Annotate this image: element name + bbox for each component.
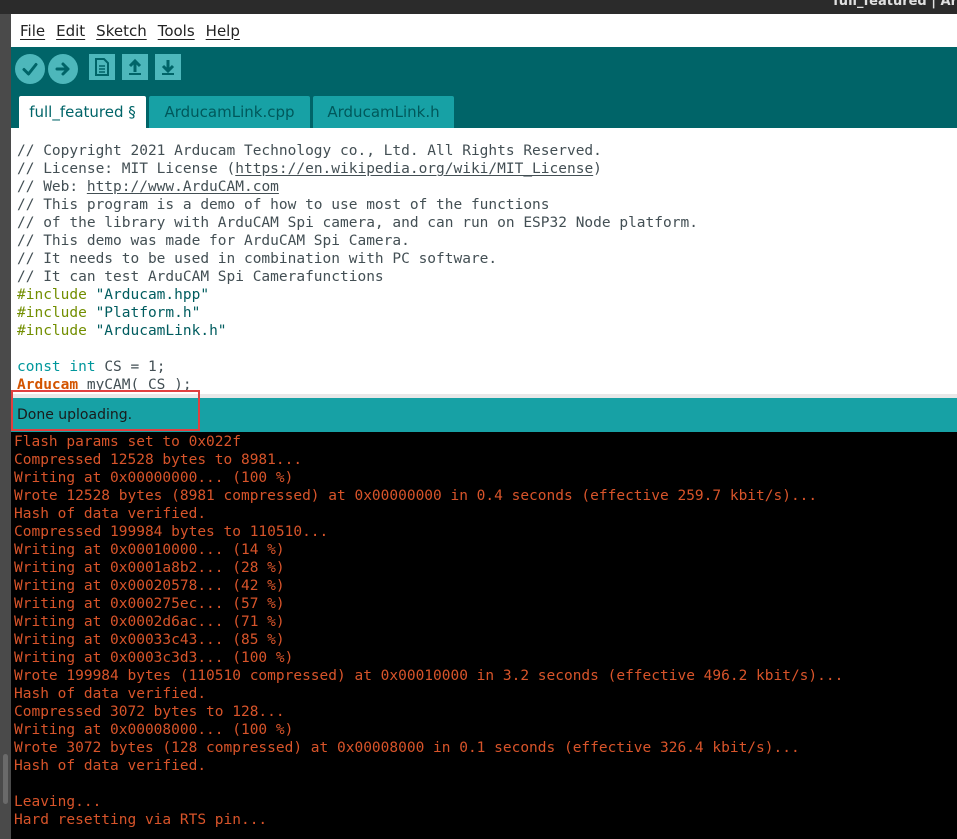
code-line-9: #include "Arducam.hpp" — [17, 286, 209, 304]
web-link[interactable]: http://www.ArduCAM.com — [87, 179, 279, 195]
menu-sketch[interactable]: Sketch — [96, 22, 147, 40]
console-line: Wrote 3072 bytes (128 compressed) at 0x0… — [14, 740, 800, 756]
code-comment: // It needs to be used in combination wi… — [17, 251, 498, 267]
console-line: Hash of data verified. — [14, 506, 207, 522]
include-file: "ArducamLink.h" — [95, 323, 227, 339]
code-comment: // Web: — [17, 179, 87, 195]
menu-edit[interactable]: Edit — [56, 22, 85, 40]
menu-help[interactable]: Help — [206, 22, 240, 40]
console-line: Hash of data verified. — [14, 758, 207, 774]
window-title: full_featured | Ar — [833, 0, 957, 9]
code-line-8: // It can test ArduCAM Spi Camerafunctio… — [17, 268, 384, 286]
include-keyword: #include — [17, 287, 87, 303]
include-keyword: #include — [17, 323, 87, 339]
arduino-ide-window: File Edit Sketch Tools Help full_feature… — [11, 14, 957, 839]
upload-button[interactable] — [48, 54, 78, 84]
tab-bar: full_featured § ArducamLink.cpp ArducamL… — [11, 95, 957, 128]
console-line: Writing at 0x0002d6ac... (71 %) — [14, 614, 285, 630]
license-link[interactable]: https://en.wikipedia.org/wiki/MIT_Licens… — [235, 161, 593, 177]
arrow-right-icon — [55, 62, 70, 76]
code-comment: // License: MIT License ( — [17, 161, 236, 177]
console-line: Writing at 0x0003c3d3... (100 %) — [14, 650, 294, 666]
console-line: Hard resetting via RTS pin... — [14, 812, 268, 828]
console-line: Writing at 0x00008000... (100 %) — [14, 722, 294, 738]
code-line-11: #include "ArducamLink.h" — [17, 322, 227, 340]
code-line-6: // This demo was made for ArduCAM Spi Ca… — [17, 232, 410, 250]
console-line: Writing at 0x0001a8b2... (28 %) — [14, 560, 285, 576]
menu-tools[interactable]: Tools — [158, 22, 195, 40]
code-line-1: // Copyright 2021 Arducam Technology co.… — [17, 142, 602, 160]
arrow-up-icon — [128, 58, 142, 75]
code-line-10: #include "Platform.h" — [17, 304, 200, 322]
console-line: Writing at 0x00010000... (14 %) — [14, 542, 285, 558]
code-editor[interactable]: // Copyright 2021 Arducam Technology co.… — [11, 128, 957, 394]
new-file-icon — [95, 58, 109, 76]
desktop-side-strip — [0, 14, 11, 839]
toolbar — [11, 47, 957, 95]
code-line-3: // Web: http://www.ArduCAM.com — [17, 178, 279, 196]
verify-button[interactable] — [15, 54, 45, 84]
console-line: Flash params set to 0x022f — [14, 434, 241, 450]
include-keyword: #include — [17, 305, 87, 321]
checkmark-icon — [22, 63, 38, 76]
console-line: Hash of data verified. — [14, 686, 207, 702]
menu-file[interactable]: File — [20, 22, 45, 40]
const-keyword: const — [17, 359, 61, 375]
console-output[interactable]: Flash params set to 0x022f Compressed 125… — [11, 432, 957, 839]
console-line: Compressed 12528 bytes to 8981... — [14, 452, 303, 468]
status-highlight-annotation — [11, 390, 200, 431]
console-line: Writing at 0x00033c43... (85 %) — [14, 632, 285, 648]
code-line-13: const int CS = 1; — [17, 358, 165, 376]
console-line: Wrote 12528 bytes (8981 compressed) at 0… — [14, 488, 818, 504]
code-line-7: // It needs to be used in combination wi… — [17, 250, 497, 268]
int-keyword: int — [69, 359, 96, 375]
open-button[interactable] — [122, 54, 148, 80]
console-line: Compressed 3072 bytes to 128... — [14, 704, 285, 720]
save-button[interactable] — [155, 54, 181, 80]
window-titlebar: full_featured | Ar — [0, 0, 957, 14]
tab-arducamlink-h[interactable]: ArducamLink.h — [313, 96, 454, 128]
code-comment: // It can test ArduCAM Spi Camerafunctio… — [17, 269, 384, 285]
include-file: "Platform.h" — [95, 305, 201, 321]
side-scroll-thumb — [3, 754, 8, 804]
code-comment: ) — [593, 161, 602, 177]
cs-declaration: CS = 1; — [95, 359, 166, 375]
console-line: Writing at 0x000275ec... (57 %) — [14, 596, 285, 612]
console-line: Writing at 0x00000000... (100 %) — [14, 470, 294, 486]
console-line: Leaving... — [14, 794, 102, 810]
arrow-down-icon — [161, 60, 175, 75]
tab-arducamlink-cpp[interactable]: ArducamLink.cpp — [149, 96, 310, 128]
code-comment: // This program is a demo of how to use … — [17, 197, 550, 213]
menu-bar: File Edit Sketch Tools Help — [11, 14, 957, 47]
console-line: Writing at 0x00020578... (42 %) — [14, 578, 285, 594]
code-line-5: // of the library with ArduCAM Spi camer… — [17, 214, 698, 232]
new-button[interactable] — [89, 54, 115, 80]
include-file: "Arducam.hpp" — [95, 287, 210, 303]
code-line-4: // This program is a demo of how to use … — [17, 196, 550, 214]
tab-full-featured[interactable]: full_featured § — [19, 96, 146, 128]
console-line: Compressed 199984 bytes to 110510... — [14, 524, 329, 540]
code-comment: // This demo was made for ArduCAM Spi Ca… — [17, 233, 410, 249]
code-comment: // Copyright 2021 Arducam Technology co.… — [17, 143, 602, 159]
code-line-2: // License: MIT License (https://en.wiki… — [17, 160, 602, 178]
code-comment: // of the library with ArduCAM Spi camer… — [17, 215, 698, 231]
console-line: Wrote 199984 bytes (110510 compressed) a… — [14, 668, 844, 684]
